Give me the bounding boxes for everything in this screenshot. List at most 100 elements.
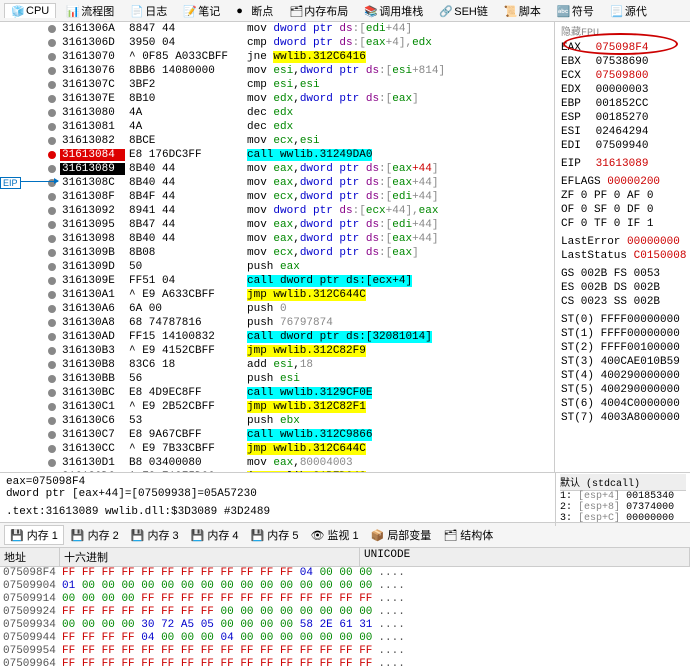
- disasm-row[interactable]: 3161306A8847 44mov dword ptr ds:[edi+44]: [0, 22, 554, 36]
- disasm-row[interactable]: 3161309EFF51 04call dword ptr ds:[ecx+4]: [0, 274, 554, 288]
- breakpoint-dot-icon[interactable]: [48, 347, 56, 355]
- disasm-row[interactable]: 316130ADFF15 14100832call dword ptr ds:[…: [0, 330, 554, 344]
- breakpoint-dot-icon[interactable]: [48, 193, 56, 201]
- breakpoint-dot-icon[interactable]: [48, 389, 56, 397]
- breakpoint-dot-icon[interactable]: [48, 81, 56, 89]
- breakpoint-dot-icon[interactable]: [48, 445, 56, 453]
- breakpoint-dot-icon[interactable]: [48, 67, 56, 75]
- memory-tab[interactable]: 💾内存 5: [246, 525, 304, 545]
- memory-row[interactable]: 07509964FF FF FF FF FF FF FF FF FF FF FF…: [0, 658, 690, 671]
- breakpoint-dot-icon[interactable]: [48, 375, 56, 383]
- memory-row[interactable]: 07509954FF FF FF FF FF FF FF FF FF FF FF…: [0, 645, 690, 658]
- disasm-row[interactable]: 3161306D3950 04cmp dword ptr ds:[eax+4],…: [0, 36, 554, 50]
- disasm-row[interactable]: 316130814Adec edx: [0, 120, 554, 134]
- disasm-row[interactable]: 316130A66A 00push 0: [0, 302, 554, 316]
- memory-tab[interactable]: 👁监视 1: [305, 525, 363, 545]
- breakpoint-dot-icon[interactable]: [48, 151, 56, 159]
- disasm-row[interactable]: 316130A868 74787816push 76797874: [0, 316, 554, 330]
- memory-tab[interactable]: 📦局部变量: [366, 525, 437, 545]
- breakpoint-dot-icon[interactable]: [48, 403, 56, 411]
- toolbar-tab[interactable]: ●断点: [230, 2, 279, 20]
- breakpoint-dot-icon[interactable]: [48, 109, 56, 117]
- disasm-row[interactable]: 316130A1^ E9 A633CBFFjmp wwlib.312C644C: [0, 288, 554, 302]
- toolbar-tab[interactable]: 📝笔记: [177, 2, 226, 20]
- memory-row[interactable]: 07509944FF FF FF FF 04 00 00 00 04 00 00…: [0, 632, 690, 645]
- disasm-row[interactable]: 316130C7E8 9A67CBFFcall wwlib.312C9866: [0, 428, 554, 442]
- breakpoint-dot-icon[interactable]: [48, 53, 56, 61]
- memory-tab[interactable]: 💾内存 3: [126, 525, 184, 545]
- memory-tab[interactable]: 💾内存 1: [4, 525, 64, 545]
- breakpoint-dot-icon[interactable]: [48, 25, 56, 33]
- breakpoint-dot-icon[interactable]: [48, 95, 56, 103]
- breakpoint-dot-icon[interactable]: [48, 165, 56, 173]
- col-ascii[interactable]: UNICODE: [360, 548, 690, 566]
- breakpoint-dot-icon[interactable]: [48, 459, 56, 467]
- breakpoint-dot-icon[interactable]: [48, 277, 56, 285]
- disasm-row[interactable]: 3161308F8B4F 44mov ecx,dword ptr ds:[edi…: [0, 190, 554, 204]
- disasm-row[interactable]: 316130928941 44mov dword ptr ds:[ecx+44]…: [0, 204, 554, 218]
- memory-dump[interactable]: 地址 十六进制 UNICODE 075098F4FF FF FF FF FF F…: [0, 548, 690, 671]
- disasm-row[interactable]: 316130828BCEmov ecx,esi: [0, 134, 554, 148]
- toolbar-tab[interactable]: 📃源代: [604, 2, 653, 20]
- memory-row[interactable]: 075098F4FF FF FF FF FF FF FF FF FF FF FF…: [0, 567, 690, 580]
- disasm-row[interactable]: 3161308C8B40 44mov eax,dword ptr ds:[eax…: [0, 176, 554, 190]
- toolbar-tab[interactable]: 🔗SEH链: [433, 2, 494, 20]
- fpu-toggle[interactable]: 隐藏FPU: [561, 28, 599, 39]
- disassembly-panel[interactable]: EIP 3161306A8847 44mov dword ptr ds:[edi…: [0, 22, 555, 472]
- breakpoint-dot-icon[interactable]: [48, 123, 56, 131]
- memory-tab[interactable]: 🗂结构体: [438, 525, 498, 545]
- disasm-row[interactable]: 316130C1^ E9 2B52CBFFjmp wwlib.312C82F1: [0, 400, 554, 414]
- disasm-row[interactable]: 316130804Adec edx: [0, 106, 554, 120]
- breakpoint-dot-icon[interactable]: [48, 221, 56, 229]
- breakpoint-dot-icon[interactable]: [48, 361, 56, 369]
- disasm-row[interactable]: 316130D6^ E9 719F5D00jmp wwlib.31BED04C: [0, 470, 554, 472]
- breakpoint-dot-icon[interactable]: [48, 249, 56, 257]
- disasm-row[interactable]: 316130988B40 44mov eax,dword ptr ds:[eax…: [0, 232, 554, 246]
- toolbar-tab[interactable]: 📊流程图: [60, 2, 120, 20]
- toolbar-tab[interactable]: 🧊CPU: [4, 3, 56, 18]
- disasm-row[interactable]: 316130D1B8 03400080mov eax,80004003: [0, 456, 554, 470]
- disasm-row[interactable]: 316130958B47 44mov eax,dword ptr ds:[edi…: [0, 218, 554, 232]
- breakpoint-dot-icon[interactable]: [48, 291, 56, 299]
- breakpoint-dot-icon[interactable]: [48, 39, 56, 47]
- breakpoint-dot-icon[interactable]: [48, 263, 56, 271]
- stack-arg-row[interactable]: 1: [esp+4] 00185340: [560, 491, 686, 502]
- toolbar-tab[interactable]: 📚调用堆栈: [358, 2, 429, 20]
- disasm-row[interactable]: 316130768BB6 14080000mov esi,dword ptr d…: [0, 64, 554, 78]
- toolbar-tab[interactable]: 🗂内存布局: [283, 2, 354, 20]
- disasm-row[interactable]: 3161307E8B10mov edx,dword ptr ds:[eax]: [0, 92, 554, 106]
- breakpoint-dot-icon[interactable]: [48, 137, 56, 145]
- disasm-row[interactable]: 31613084E8 176DC3FFcall wwlib.31249DA0: [0, 148, 554, 162]
- memory-tab[interactable]: 💾内存 4: [186, 525, 244, 545]
- disasm-row[interactable]: 31613070^ 0F85 A033CBFFjne wwlib.312C641…: [0, 50, 554, 64]
- memory-tab[interactable]: 💾内存 2: [66, 525, 124, 545]
- disasm-row[interactable]: 316130B3^ E9 4152CBFFjmp wwlib.312C82F9: [0, 344, 554, 358]
- toolbar-tab[interactable]: 📜脚本: [498, 2, 547, 20]
- toolbar-tab[interactable]: 📄日志: [124, 2, 173, 20]
- toolbar-tab[interactable]: 🔤符号: [551, 2, 600, 20]
- disasm-row[interactable]: 3161307C3BF2cmp esi,esi: [0, 78, 554, 92]
- breakpoint-dot-icon[interactable]: [48, 333, 56, 341]
- memory-row[interactable]: 0750990401 00 00 00 00 00 00 00 00 00 00…: [0, 580, 690, 593]
- registers-panel[interactable]: 隐藏FPUEAX 075098F4EBX 07538690ECX 0750980…: [555, 22, 690, 472]
- disasm-row[interactable]: 316130BCE8 4D9EC8FFcall wwlib.3129CF0E: [0, 386, 554, 400]
- col-hex[interactable]: 十六进制: [60, 548, 360, 566]
- breakpoint-dot-icon[interactable]: [48, 207, 56, 215]
- memory-row[interactable]: 07509924FF FF FF FF FF FF FF FF 00 00 00…: [0, 606, 690, 619]
- disasm-row[interactable]: 3161309D50push eax: [0, 260, 554, 274]
- breakpoint-dot-icon[interactable]: [48, 319, 56, 327]
- breakpoint-dot-icon[interactable]: [48, 431, 56, 439]
- disasm-row[interactable]: 316130BB56push esi: [0, 372, 554, 386]
- disasm-row[interactable]: 316130C653push ebx: [0, 414, 554, 428]
- disasm-row[interactable]: 316130B883C6 18add esi,18: [0, 358, 554, 372]
- stack-arg-row[interactable]: 2: [esp+8] 07374000: [560, 502, 686, 513]
- memory-row[interactable]: 0750993400 00 00 00 30 72 A5 05 00 00 00…: [0, 619, 690, 632]
- breakpoint-dot-icon[interactable]: [48, 235, 56, 243]
- memory-row[interactable]: 0750991400 00 00 00 FF FF FF FF FF FF FF…: [0, 593, 690, 606]
- stack-arg-row[interactable]: 3: [esp+C] 00000000: [560, 513, 686, 524]
- col-address[interactable]: 地址: [0, 548, 60, 566]
- disasm-row[interactable]: 316130898B40 44mov eax,dword ptr ds:[eax…: [0, 162, 554, 176]
- breakpoint-dot-icon[interactable]: [48, 305, 56, 313]
- breakpoint-dot-icon[interactable]: [48, 417, 56, 425]
- disasm-row[interactable]: 3161309B8B08mov ecx,dword ptr ds:[eax]: [0, 246, 554, 260]
